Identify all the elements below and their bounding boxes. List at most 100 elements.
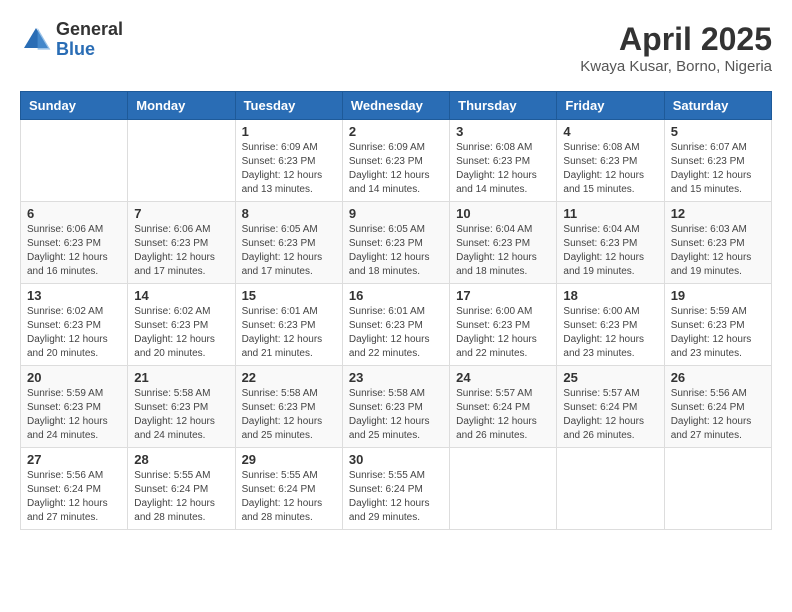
page-header: General Blue April 2025 Kwaya Kusar, Bor… xyxy=(20,20,772,75)
day-info: Sunrise: 5:56 AM Sunset: 6:24 PM Dayligh… xyxy=(27,469,121,525)
day-info: Sunrise: 5:58 AM Sunset: 6:23 PM Dayligh… xyxy=(349,387,443,443)
day-cell: 23 Sunrise: 5:58 AM Sunset: 6:23 PM Dayli… xyxy=(342,366,449,448)
day-number: 15 xyxy=(242,288,336,303)
weekday-wednesday: Wednesday xyxy=(342,92,449,120)
day-info: Sunrise: 5:59 AM Sunset: 6:23 PM Dayligh… xyxy=(27,387,121,443)
weekday-header-row: SundayMondayTuesdayWednesdayThursdayFrid… xyxy=(21,92,772,120)
day-cell: 19 Sunrise: 5:59 AM Sunset: 6:23 PM Dayli… xyxy=(664,284,771,366)
logo-general-text: General xyxy=(56,20,123,40)
day-cell: 2 Sunrise: 6:09 AM Sunset: 6:23 PM Daylig… xyxy=(342,120,449,202)
day-number: 30 xyxy=(349,452,443,467)
day-info: Sunrise: 6:00 AM Sunset: 6:23 PM Dayligh… xyxy=(456,305,550,361)
day-cell: 28 Sunrise: 5:55 AM Sunset: 6:24 PM Dayli… xyxy=(128,448,235,530)
day-cell: 5 Sunrise: 6:07 AM Sunset: 6:23 PM Daylig… xyxy=(664,120,771,202)
day-cell: 22 Sunrise: 5:58 AM Sunset: 6:23 PM Dayli… xyxy=(235,366,342,448)
day-cell: 7Sunrise: 6:06 AM Sunset: 6:23 PM Daylig… xyxy=(128,202,235,284)
day-info: Sunrise: 5:57 AM Sunset: 6:24 PM Dayligh… xyxy=(456,387,550,443)
day-cell: 30 Sunrise: 5:55 AM Sunset: 6:24 PM Dayli… xyxy=(342,448,449,530)
day-number: 24 xyxy=(456,370,550,385)
day-number: 5 xyxy=(671,124,765,139)
day-cell xyxy=(21,120,128,202)
day-info: Sunrise: 6:06 AM Sunset: 6:23 PM Dayligh… xyxy=(134,223,228,279)
weekday-saturday: Saturday xyxy=(664,92,771,120)
location-title: Kwaya Kusar, Borno, Nigeria xyxy=(580,58,772,75)
weekday-tuesday: Tuesday xyxy=(235,92,342,120)
day-info: Sunrise: 6:04 AM Sunset: 6:23 PM Dayligh… xyxy=(563,223,657,279)
day-cell xyxy=(664,448,771,530)
day-info: Sunrise: 6:05 AM Sunset: 6:23 PM Dayligh… xyxy=(242,223,336,279)
day-info: Sunrise: 5:56 AM Sunset: 6:24 PM Dayligh… xyxy=(671,387,765,443)
day-cell: 17 Sunrise: 6:00 AM Sunset: 6:23 PM Dayli… xyxy=(450,284,557,366)
day-cell: 18Sunrise: 6:00 AM Sunset: 6:23 PM Dayli… xyxy=(557,284,664,366)
day-cell xyxy=(450,448,557,530)
day-info: Sunrise: 6:05 AM Sunset: 6:23 PM Dayligh… xyxy=(349,223,443,279)
day-number: 1 xyxy=(242,124,336,139)
day-cell: 10 Sunrise: 6:04 AM Sunset: 6:23 PM Dayli… xyxy=(450,202,557,284)
day-number: 27 xyxy=(27,452,121,467)
day-info: Sunrise: 5:58 AM Sunset: 6:23 PM Dayligh… xyxy=(242,387,336,443)
day-number: 21 xyxy=(134,370,228,385)
day-info: Sunrise: 6:03 AM Sunset: 6:23 PM Dayligh… xyxy=(671,223,765,279)
day-number: 2 xyxy=(349,124,443,139)
day-cell: 21 Sunrise: 5:58 AM Sunset: 6:23 PM Dayli… xyxy=(128,366,235,448)
day-cell: 4 Sunrise: 6:08 AM Sunset: 6:23 PM Daylig… xyxy=(557,120,664,202)
day-cell xyxy=(557,448,664,530)
day-info: Sunrise: 6:06 AM Sunset: 6:23 PM Dayligh… xyxy=(27,223,121,279)
day-number: 22 xyxy=(242,370,336,385)
day-info: Sunrise: 6:01 AM Sunset: 6:23 PM Dayligh… xyxy=(349,305,443,361)
day-cell: 25Sunrise: 5:57 AM Sunset: 6:24 PM Dayli… xyxy=(557,366,664,448)
day-info: Sunrise: 6:09 AM Sunset: 6:23 PM Dayligh… xyxy=(242,141,336,197)
day-cell: 6Sunrise: 6:06 AM Sunset: 6:23 PM Daylig… xyxy=(21,202,128,284)
weekday-sunday: Sunday xyxy=(21,92,128,120)
day-info: Sunrise: 6:09 AM Sunset: 6:23 PM Dayligh… xyxy=(349,141,443,197)
day-number: 4 xyxy=(563,124,657,139)
day-info: Sunrise: 5:55 AM Sunset: 6:24 PM Dayligh… xyxy=(349,469,443,525)
title-section: April 2025 Kwaya Kusar, Borno, Nigeria xyxy=(580,20,772,75)
day-number: 17 xyxy=(456,288,550,303)
week-row-2: 6Sunrise: 6:06 AM Sunset: 6:23 PM Daylig… xyxy=(21,202,772,284)
day-number: 8 xyxy=(242,206,336,221)
day-number: 10 xyxy=(456,206,550,221)
month-title: April 2025 xyxy=(580,20,772,58)
day-cell: 15 Sunrise: 6:01 AM Sunset: 6:23 PM Dayli… xyxy=(235,284,342,366)
day-number: 19 xyxy=(671,288,765,303)
day-info: Sunrise: 6:08 AM Sunset: 6:23 PM Dayligh… xyxy=(456,141,550,197)
logo-text: General Blue xyxy=(56,20,123,60)
day-cell: 16 Sunrise: 6:01 AM Sunset: 6:23 PM Dayli… xyxy=(342,284,449,366)
day-info: Sunrise: 6:02 AM Sunset: 6:23 PM Dayligh… xyxy=(134,305,228,361)
day-number: 3 xyxy=(456,124,550,139)
day-info: Sunrise: 6:04 AM Sunset: 6:23 PM Dayligh… xyxy=(456,223,550,279)
weekday-friday: Friday xyxy=(557,92,664,120)
logo-icon xyxy=(20,24,52,56)
day-cell: 1 Sunrise: 6:09 AM Sunset: 6:23 PM Daylig… xyxy=(235,120,342,202)
day-cell: 20Sunrise: 5:59 AM Sunset: 6:23 PM Dayli… xyxy=(21,366,128,448)
day-cell: 26 Sunrise: 5:56 AM Sunset: 6:24 PM Dayli… xyxy=(664,366,771,448)
day-cell: 24 Sunrise: 5:57 AM Sunset: 6:24 PM Dayli… xyxy=(450,366,557,448)
day-info: Sunrise: 6:01 AM Sunset: 6:23 PM Dayligh… xyxy=(242,305,336,361)
day-cell: 12 Sunrise: 6:03 AM Sunset: 6:23 PM Dayli… xyxy=(664,202,771,284)
week-row-3: 13Sunrise: 6:02 AM Sunset: 6:23 PM Dayli… xyxy=(21,284,772,366)
day-number: 28 xyxy=(134,452,228,467)
logo: General Blue xyxy=(20,20,123,60)
day-info: Sunrise: 5:58 AM Sunset: 6:23 PM Dayligh… xyxy=(134,387,228,443)
week-row-5: 27 Sunrise: 5:56 AM Sunset: 6:24 PM Dayli… xyxy=(21,448,772,530)
day-number: 14 xyxy=(134,288,228,303)
day-number: 11 xyxy=(563,206,657,221)
day-cell: 9Sunrise: 6:05 AM Sunset: 6:23 PM Daylig… xyxy=(342,202,449,284)
day-info: Sunrise: 5:55 AM Sunset: 6:24 PM Dayligh… xyxy=(134,469,228,525)
day-info: Sunrise: 6:00 AM Sunset: 6:23 PM Dayligh… xyxy=(563,305,657,361)
day-cell: 13Sunrise: 6:02 AM Sunset: 6:23 PM Dayli… xyxy=(21,284,128,366)
day-info: Sunrise: 6:08 AM Sunset: 6:23 PM Dayligh… xyxy=(563,141,657,197)
week-row-4: 20Sunrise: 5:59 AM Sunset: 6:23 PM Dayli… xyxy=(21,366,772,448)
day-cell: 27 Sunrise: 5:56 AM Sunset: 6:24 PM Dayli… xyxy=(21,448,128,530)
day-number: 12 xyxy=(671,206,765,221)
day-cell xyxy=(128,120,235,202)
day-number: 26 xyxy=(671,370,765,385)
day-cell: 14 Sunrise: 6:02 AM Sunset: 6:23 PM Dayli… xyxy=(128,284,235,366)
day-number: 16 xyxy=(349,288,443,303)
day-info: Sunrise: 6:07 AM Sunset: 6:23 PM Dayligh… xyxy=(671,141,765,197)
day-number: 25 xyxy=(563,370,657,385)
logo-blue-text: Blue xyxy=(56,40,123,60)
day-number: 23 xyxy=(349,370,443,385)
day-info: Sunrise: 5:59 AM Sunset: 6:23 PM Dayligh… xyxy=(671,305,765,361)
